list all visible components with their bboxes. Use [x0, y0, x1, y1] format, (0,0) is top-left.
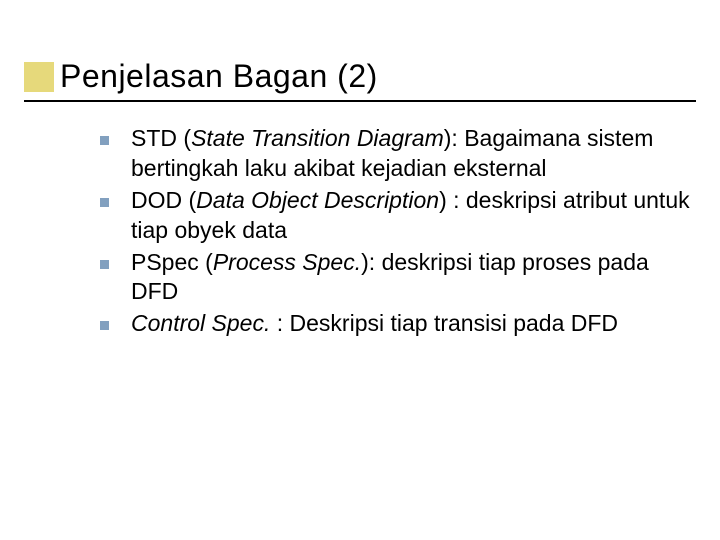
bullet-icon	[100, 198, 109, 207]
bullet-icon	[100, 321, 109, 330]
text-ital: State Transition Diagram	[191, 125, 444, 151]
title-underline	[24, 100, 696, 102]
list-item: PSpec (Process Spec.): deskripsi tiap pr…	[100, 248, 690, 308]
title-accent	[24, 62, 54, 92]
list-item: Control Spec. : Deskripsi tiap transisi …	[100, 309, 690, 339]
text-pre: DOD (	[131, 187, 196, 213]
bullet-text: DOD (Data Object Description) : deskrips…	[131, 186, 690, 246]
list-item: DOD (Data Object Description) : deskrips…	[100, 186, 690, 246]
bullet-text: STD (State Transition Diagram): Bagaiman…	[131, 124, 690, 184]
text-ital: Process Spec.	[213, 249, 361, 275]
list-item: STD (State Transition Diagram): Bagaiman…	[100, 124, 690, 184]
bullet-icon	[100, 260, 109, 269]
text-ital: Data Object Description	[196, 187, 439, 213]
text-post: : Deskripsi tiap transisi pada DFD	[270, 310, 618, 336]
content-area: STD (State Transition Diagram): Bagaiman…	[100, 124, 690, 341]
bullet-text: Control Spec. : Deskripsi tiap transisi …	[131, 309, 690, 339]
slide-title: Penjelasan Bagan (2)	[60, 58, 378, 95]
text-ital: Control Spec.	[131, 310, 270, 336]
text-pre: STD (	[131, 125, 191, 151]
bullet-icon	[100, 136, 109, 145]
bullet-text: PSpec (Process Spec.): deskripsi tiap pr…	[131, 248, 690, 308]
text-pre: PSpec (	[131, 249, 213, 275]
